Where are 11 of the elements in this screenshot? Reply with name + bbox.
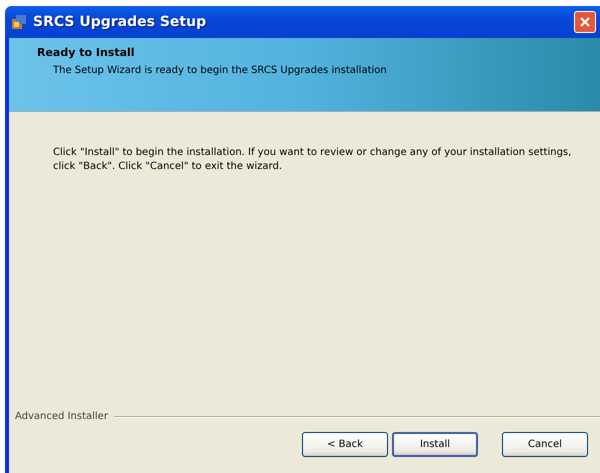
instructions-text: Click "Install" to begin the installation. If you want to review or change any of your installation settings, click "Back". Click "Cancel" to exit the wizard. bbox=[53, 146, 572, 174]
wizard-button[interactable]: Install bbox=[392, 432, 478, 457]
brand-label: Advanced Installer bbox=[15, 411, 108, 422]
setup-icon bbox=[11, 14, 27, 30]
wizard-button[interactable]: < Back bbox=[302, 432, 388, 457]
page-title: Ready to Install bbox=[37, 46, 136, 59]
close-icon bbox=[579, 16, 591, 28]
close-button[interactable] bbox=[574, 11, 596, 33]
window-title: SRCS Upgrades Setup bbox=[33, 14, 208, 30]
wizard-button[interactable]: Cancel bbox=[502, 432, 588, 457]
page-subtitle: The Setup Wizard is ready to begin the SRCS Upgrades installation bbox=[53, 65, 388, 76]
